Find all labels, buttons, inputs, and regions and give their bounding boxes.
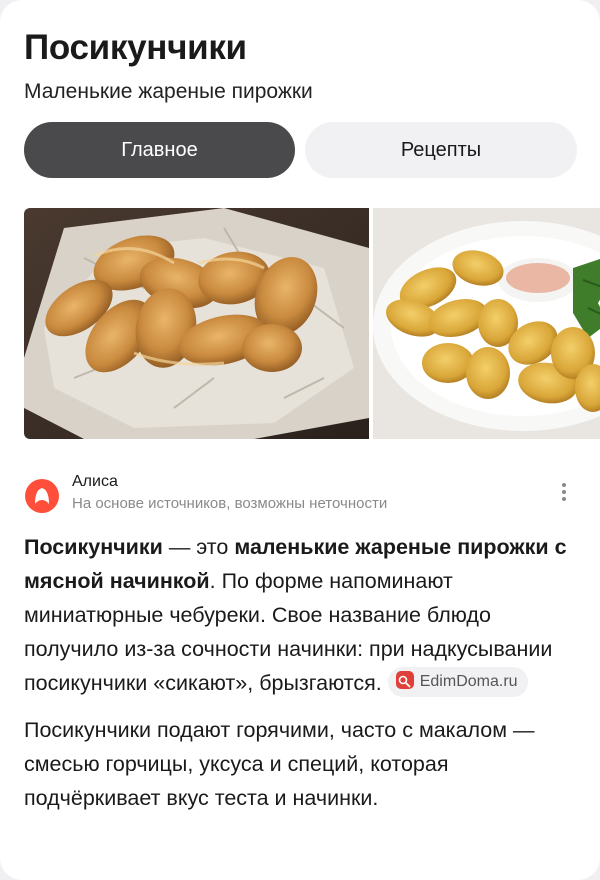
page-title: Посикунчики bbox=[24, 28, 247, 67]
gallery-image-fried-pies-plate[interactable] bbox=[373, 208, 600, 439]
gallery-image-fried-pies-on-paper[interactable] bbox=[24, 208, 369, 439]
alice-source-row: Алиса На основе источников, возможны нет… bbox=[24, 468, 584, 518]
more-options-button[interactable] bbox=[554, 480, 574, 510]
more-dot-icon bbox=[562, 497, 566, 501]
tab-main[interactable]: Главное bbox=[24, 122, 295, 178]
term-bold: Посикунчики bbox=[24, 535, 163, 559]
answer-paragraph-2: Посикунчики подают горячими, часто с мак… bbox=[24, 718, 535, 810]
more-dot-icon bbox=[562, 490, 566, 494]
fried-pies-plate-image bbox=[373, 208, 600, 439]
tab-bar: Главное Рецепты bbox=[24, 122, 577, 178]
fried-pies-on-paper-image bbox=[24, 208, 369, 439]
source-disclaimer: На основе источников, возможны неточност… bbox=[72, 495, 388, 512]
image-gallery[interactable] bbox=[24, 208, 600, 439]
tab-recipes[interactable]: Рецепты bbox=[305, 122, 577, 178]
search-result-card: Посикунчики Маленькие жареные пирожки Гл… bbox=[0, 0, 600, 880]
more-dot-icon bbox=[562, 483, 566, 487]
source-name: Алиса bbox=[72, 473, 118, 490]
answer-text-fragment: — это bbox=[162, 535, 235, 559]
source-chip-label: EdimDoma.ru bbox=[419, 673, 518, 691]
answer-text: Посикунчики — это маленькие жареные пиро… bbox=[24, 530, 580, 815]
page-subtitle: Маленькие жареные пирожки bbox=[24, 80, 313, 103]
edimdoma-icon bbox=[395, 671, 414, 690]
answer-paragraph-1: Посикунчики — это маленькие жареные пиро… bbox=[24, 530, 580, 700]
source-chip-edimdoma[interactable]: EdimDoma.ru bbox=[387, 667, 528, 698]
alice-logo-icon bbox=[25, 479, 59, 513]
